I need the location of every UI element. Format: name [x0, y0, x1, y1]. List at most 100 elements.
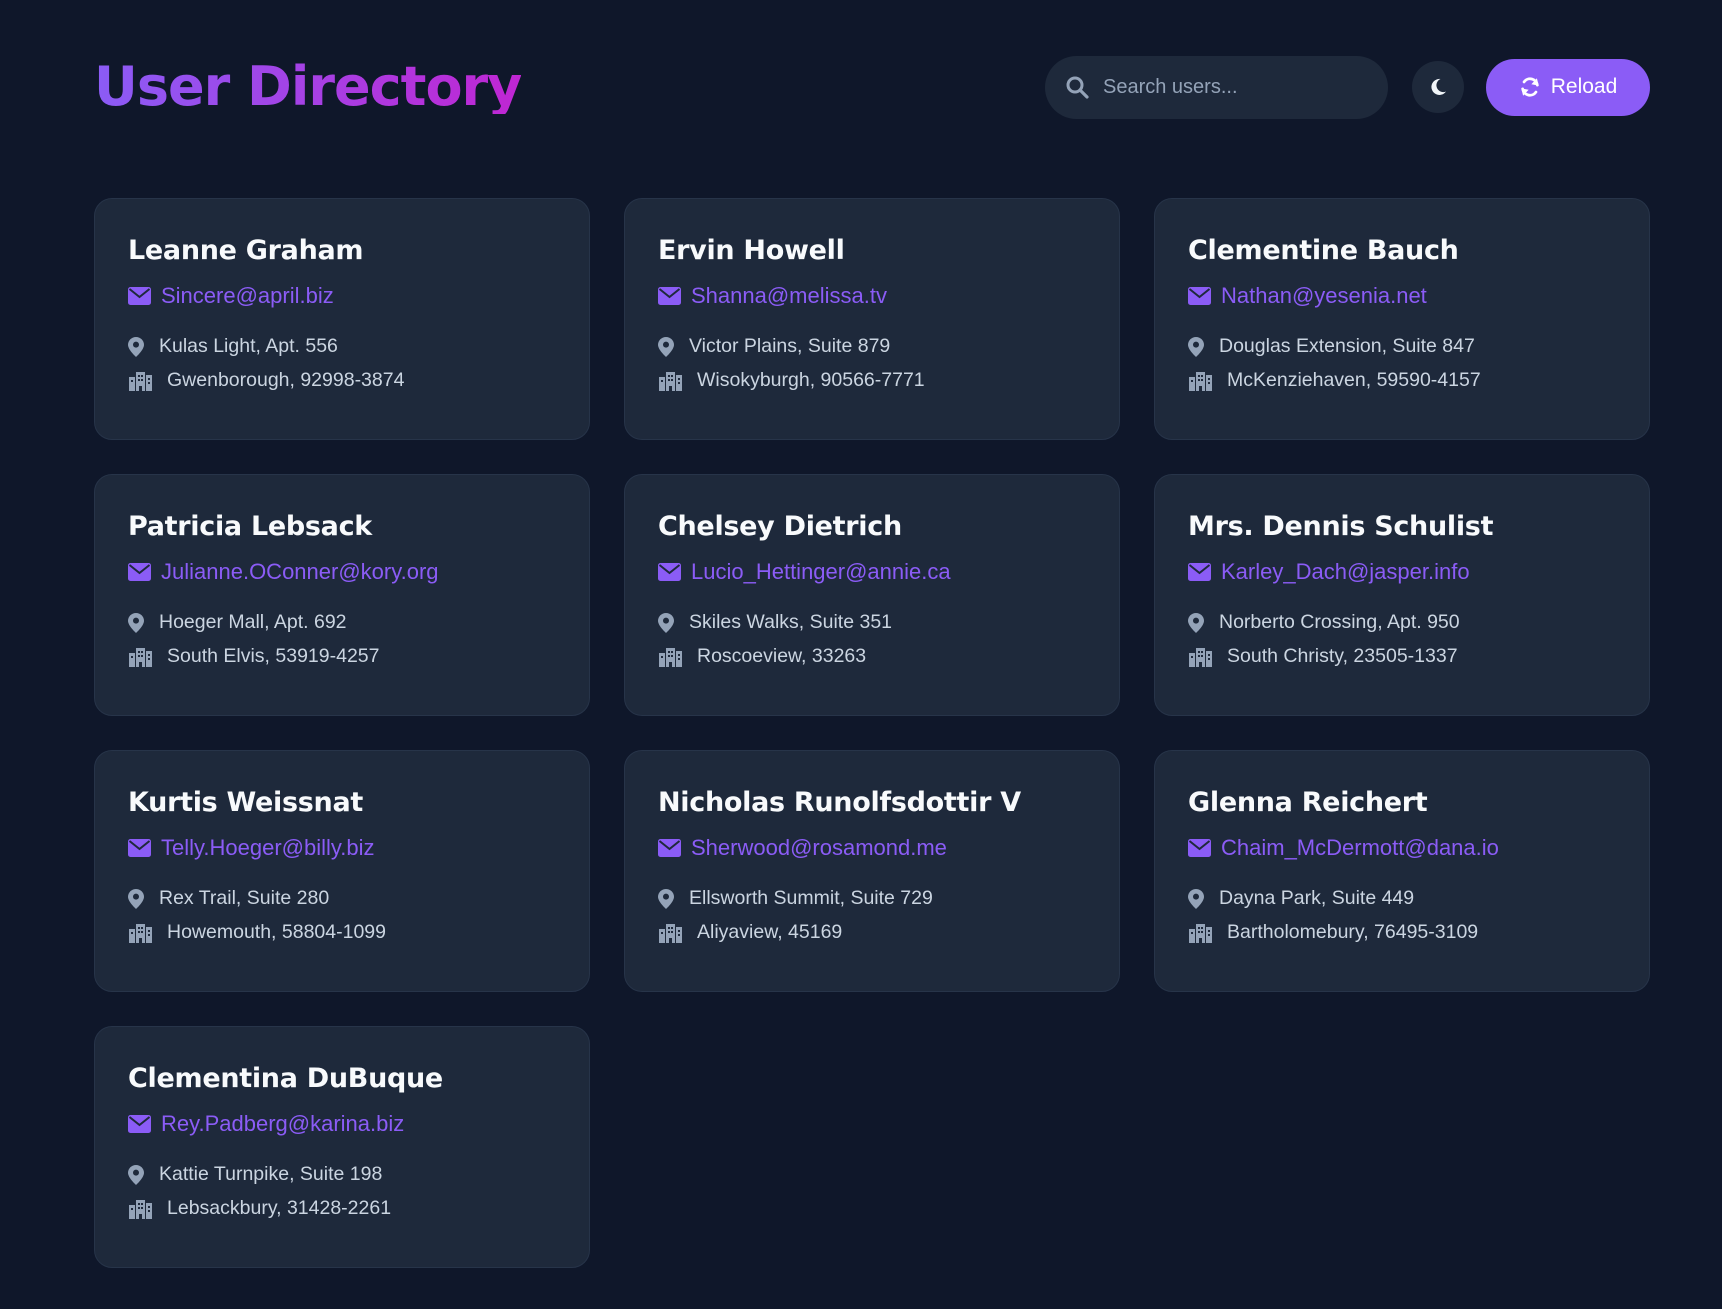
user-street: Kulas Light, Apt. 556: [159, 335, 338, 358]
street-row: Ellsworth Summit, Suite 729: [658, 887, 1087, 910]
user-city: South Elvis, 53919-4257: [167, 645, 380, 668]
city-icon: [129, 372, 152, 392]
user-street: Norberto Crossing, Apt. 950: [1219, 611, 1460, 634]
envelope-icon: [128, 287, 151, 306]
city-icon: [129, 1200, 152, 1220]
user-city: Gwenborough, 92998-3874: [167, 369, 405, 392]
street-row: Hoeger Mall, Apt. 692: [128, 611, 557, 634]
street-row: Dayna Park, Suite 449: [1188, 887, 1617, 910]
street-row: Kulas Light, Apt. 556: [128, 335, 557, 358]
user-street: Rex Trail, Suite 280: [159, 887, 330, 910]
refresh-icon: [1521, 77, 1539, 97]
theme-toggle-button[interactable]: [1412, 61, 1464, 113]
city-row: South Christy, 23505-1337: [1188, 645, 1617, 668]
envelope-icon: [1188, 563, 1211, 582]
city-icon: [1189, 372, 1212, 392]
email-row: Chaim_McDermott@dana.io: [1188, 835, 1617, 861]
email-row: Sherwood@rosamond.me: [658, 835, 1087, 861]
map-pin-icon: [658, 612, 674, 633]
city-icon: [659, 372, 682, 392]
street-row: Norberto Crossing, Apt. 950: [1188, 611, 1617, 634]
user-name: Leanne Graham: [128, 235, 364, 266]
user-email-link[interactable]: Rey.Padberg@karina.biz: [161, 1111, 404, 1137]
moon-icon: [1431, 78, 1446, 95]
email-row: Rey.Padberg@karina.biz: [128, 1111, 557, 1137]
user-name: Kurtis Weissnat: [128, 787, 363, 818]
city-row: Bartholomebury, 76495-3109: [1188, 921, 1617, 944]
user-city: Lebsackbury, 31428-2261: [167, 1197, 392, 1220]
map-pin-icon: [658, 888, 674, 909]
user-city: Roscoeview, 33263: [697, 645, 867, 668]
user-name: Mrs. Dennis Schulist: [1188, 511, 1494, 542]
map-pin-icon: [658, 336, 674, 357]
user-email-link[interactable]: Sherwood@rosamond.me: [691, 835, 947, 861]
user-email-link[interactable]: Telly.Hoeger@billy.biz: [161, 835, 374, 861]
street-row: Rex Trail, Suite 280: [128, 887, 557, 910]
header-controls: Reload: [1045, 55, 1650, 119]
search-box[interactable]: [1045, 55, 1388, 119]
user-city: Aliyaview, 45169: [697, 921, 843, 944]
search-input[interactable]: [1103, 75, 1373, 99]
user-street: Dayna Park, Suite 449: [1219, 887, 1415, 910]
user-street: Ellsworth Summit, Suite 729: [689, 887, 933, 910]
user-card: Glenna Reichert Chaim_McDermott@dana.io …: [1154, 750, 1650, 992]
user-name: Patricia Lebsack: [128, 511, 372, 542]
street-row: Victor Plains, Suite 879: [658, 335, 1087, 358]
user-card: Leanne Graham Sincere@april.biz Kulas Li…: [94, 198, 590, 440]
page-title: User Directory: [94, 55, 522, 118]
search-icon: [1066, 76, 1089, 99]
user-email-link[interactable]: Sincere@april.biz: [161, 283, 334, 309]
envelope-icon: [1188, 287, 1211, 306]
user-name: Nicholas Runolfsdottir V: [658, 787, 1021, 818]
user-card: Kurtis Weissnat Telly.Hoeger@billy.biz R…: [94, 750, 590, 992]
city-row: South Elvis, 53919-4257: [128, 645, 557, 668]
envelope-icon: [1188, 839, 1211, 858]
map-pin-icon: [128, 612, 144, 633]
user-card: Ervin Howell Shanna@melissa.tv Victor Pl…: [624, 198, 1120, 440]
city-icon: [659, 924, 682, 944]
street-row: Kattie Turnpike, Suite 198: [128, 1163, 557, 1186]
user-grid: Leanne Graham Sincere@april.biz Kulas Li…: [94, 198, 1650, 1268]
user-email-link[interactable]: Chaim_McDermott@dana.io: [1221, 835, 1499, 861]
email-row: Shanna@melissa.tv: [658, 283, 1087, 309]
user-name: Glenna Reichert: [1188, 787, 1428, 818]
email-row: Sincere@april.biz: [128, 283, 557, 309]
user-name: Clementine Bauch: [1188, 235, 1459, 266]
city-icon: [1189, 924, 1212, 944]
user-email-link[interactable]: Lucio_Hettinger@annie.ca: [691, 559, 951, 585]
envelope-icon: [658, 839, 681, 858]
user-email-link[interactable]: Shanna@melissa.tv: [691, 283, 887, 309]
user-name: Clementina DuBuque: [128, 1063, 443, 1094]
email-row: Karley_Dach@jasper.info: [1188, 559, 1617, 585]
user-email-link[interactable]: Karley_Dach@jasper.info: [1221, 559, 1470, 585]
city-icon: [1189, 648, 1212, 668]
street-row: Skiles Walks, Suite 351: [658, 611, 1087, 634]
user-street: Skiles Walks, Suite 351: [689, 611, 893, 634]
email-row: Lucio_Hettinger@annie.ca: [658, 559, 1087, 585]
user-city: Wisokyburgh, 90566-7771: [697, 369, 925, 392]
user-city: Howemouth, 58804-1099: [167, 921, 386, 944]
user-street: Victor Plains, Suite 879: [689, 335, 891, 358]
city-row: Aliyaview, 45169: [658, 921, 1087, 944]
envelope-icon: [658, 563, 681, 582]
city-icon: [129, 924, 152, 944]
user-card: Patricia Lebsack Julianne.OConner@kory.o…: [94, 474, 590, 716]
envelope-icon: [128, 1115, 151, 1134]
user-email-link[interactable]: Nathan@yesenia.net: [1221, 283, 1427, 309]
user-card: Mrs. Dennis Schulist Karley_Dach@jasper.…: [1154, 474, 1650, 716]
reload-label: Reload: [1550, 75, 1618, 98]
reload-button[interactable]: Reload: [1486, 58, 1650, 116]
email-row: Julianne.OConner@kory.org: [128, 559, 557, 585]
user-card: Chelsey Dietrich Lucio_Hettinger@annie.c…: [624, 474, 1120, 716]
map-pin-icon: [128, 336, 144, 357]
user-name: Chelsey Dietrich: [658, 511, 902, 542]
map-pin-icon: [1188, 336, 1204, 357]
map-pin-icon: [1188, 888, 1204, 909]
user-email-link[interactable]: Julianne.OConner@kory.org: [161, 559, 439, 585]
city-icon: [659, 648, 682, 668]
city-icon: [129, 648, 152, 668]
header: User Directory Search users... Reload: [94, 52, 1650, 122]
user-city: McKenziehaven, 59590-4157: [1227, 369, 1481, 392]
user-street: Douglas Extension, Suite 847: [1219, 335, 1475, 358]
city-row: Roscoeview, 33263: [658, 645, 1087, 668]
